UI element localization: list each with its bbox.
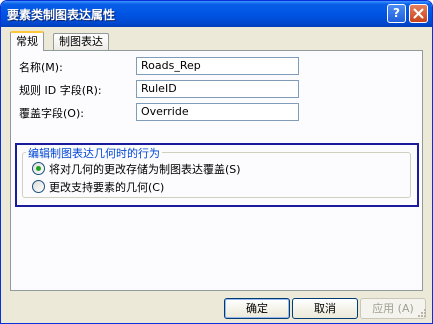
window-title: 要素类制图表达属性 — [7, 8, 116, 22]
tab-representation[interactable]: 制图表达 — [53, 33, 109, 50]
tab-general[interactable]: 常规 — [10, 31, 44, 51]
resize-grip-icon[interactable] — [416, 307, 427, 318]
radio-selected-icon — [32, 162, 45, 175]
edit-behavior-group: 编辑制图表达几何时的行为 将对几何的更改存储为制图表达覆盖(S) 更改支持要素的… — [22, 145, 411, 198]
rule-id-field[interactable]: RuleID — [136, 80, 299, 98]
radio-store-override-label: 将对几何的更改存储为制图表达覆盖(S) — [49, 163, 241, 176]
highlight-box: 编辑制图表达几何时的行为 将对几何的更改存储为制图表达覆盖(S) 更改支持要素的… — [15, 143, 419, 207]
close-icon — [413, 8, 424, 19]
radio-unselected-icon — [32, 180, 45, 193]
name-field[interactable]: Roads_Rep — [136, 57, 299, 75]
ok-button[interactable]: 确定 — [224, 298, 290, 319]
rule-id-field-label: 规则 ID 字段(R): — [19, 84, 102, 97]
title-bar[interactable]: 要素类制图表达属性 ? — [1, 1, 432, 27]
override-field[interactable]: Override — [136, 103, 299, 121]
tab-representation-label: 制图表达 — [59, 35, 103, 48]
radio-change-geometry-label: 更改支持要素的几何(C) — [49, 181, 165, 194]
general-tab-panel: 名称(M): Roads_Rep 规则 ID 字段(R): RuleID 覆盖字… — [10, 50, 423, 291]
cancel-button[interactable]: 取消 — [292, 298, 358, 319]
override-field-label: 覆盖字段(O): — [19, 107, 84, 120]
radio-dot — [36, 166, 41, 171]
help-button[interactable]: ? — [387, 4, 406, 23]
dialog-client: 常规 制图表达 名称(M): Roads_Rep 规则 ID 字段(R): Ru… — [4, 27, 429, 320]
tab-general-label: 常规 — [16, 35, 38, 48]
close-button[interactable] — [409, 4, 428, 23]
name-label: 名称(M): — [19, 61, 63, 74]
dialog-window: 要素类制图表达属性 ? 常规 制图表达 名称(M): Roads_Rep 规则 … — [0, 0, 433, 324]
group-title: 编辑制图表达几何时的行为 — [26, 145, 162, 161]
help-icon: ? — [393, 6, 400, 20]
